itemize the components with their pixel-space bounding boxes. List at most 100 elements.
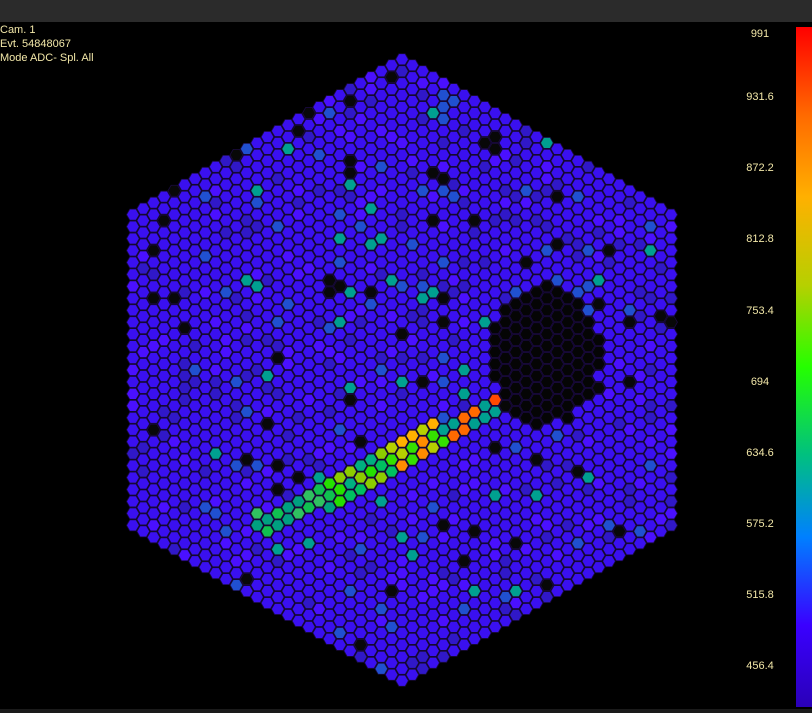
camera-pixel[interactable] [550,178,565,191]
camera-pixel[interactable] [229,172,244,185]
camera-pixel[interactable] [571,310,585,323]
camera-pixel[interactable] [395,292,409,305]
camera-pixel[interactable] [270,196,285,209]
camera-pixel[interactable] [343,83,358,96]
camera-pixel[interactable] [177,214,192,227]
camera-pixel[interactable] [239,178,254,191]
camera-pixel[interactable] [343,226,358,239]
camera-pixel[interactable] [343,609,358,621]
camera-pixel[interactable] [198,453,213,466]
camera-pixel[interactable] [426,393,440,406]
camera-pixel[interactable] [643,196,658,209]
camera-pixel[interactable] [374,77,389,90]
camera-pixel[interactable] [477,471,492,484]
camera-pixel[interactable] [488,609,502,621]
camera-pixel[interactable] [136,358,151,370]
camera-pixel[interactable] [188,495,202,508]
camera-pixel[interactable] [374,507,389,520]
camera-pixel[interactable] [395,172,409,185]
camera-pixel[interactable] [602,388,616,400]
camera-pixel[interactable] [208,411,223,424]
camera-pixel[interactable] [126,244,140,257]
camera-pixel[interactable] [581,495,596,508]
camera-pixel[interactable] [270,340,285,352]
camera-pixel[interactable] [219,166,233,179]
camera-pixel[interactable] [333,364,347,376]
camera-pixel[interactable] [519,184,534,197]
camera-pixel[interactable] [415,591,430,603]
camera-pixel[interactable] [560,196,575,209]
camera-pixel[interactable] [405,656,420,669]
camera-pixel[interactable] [333,423,347,436]
camera-pixel[interactable] [353,364,368,376]
camera-pixel[interactable] [374,172,389,185]
camera-pixel[interactable] [302,119,316,131]
camera-pixel[interactable] [353,543,368,556]
camera-pixel[interactable] [488,250,502,263]
camera-pixel[interactable] [436,388,451,400]
camera-pixel[interactable] [529,489,544,502]
camera-pixel[interactable] [333,638,347,651]
camera-pixel[interactable] [312,268,327,281]
camera-pixel[interactable] [467,119,482,131]
camera-pixel[interactable] [260,154,275,167]
camera-pixel[interactable] [602,411,616,424]
camera-pixel[interactable] [591,178,606,191]
camera-pixel[interactable] [571,561,585,574]
camera-pixel[interactable] [188,268,202,281]
camera-pixel[interactable] [581,555,596,568]
camera-pixel[interactable] [177,549,192,562]
camera-pixel[interactable] [260,465,275,478]
camera-pixel[interactable] [602,244,616,257]
camera-pixel[interactable] [250,340,264,352]
camera-pixel[interactable] [395,196,409,209]
camera-pixel[interactable] [208,459,223,472]
camera-pixel[interactable] [591,549,606,562]
camera-pixel[interactable] [364,250,378,263]
camera-pixel[interactable] [653,405,668,418]
camera-pixel[interactable] [467,477,482,490]
camera-pixel[interactable] [291,447,306,460]
camera-pixel[interactable] [177,501,192,514]
camera-pixel[interactable] [488,465,502,478]
camera-pixel[interactable] [519,232,534,245]
camera-pixel[interactable] [519,507,534,520]
camera-pixel[interactable] [612,178,627,191]
camera-pixel[interactable] [664,519,678,532]
camera-pixel[interactable] [384,370,399,382]
camera-pixel[interactable] [612,465,627,478]
camera-pixel[interactable] [333,304,347,317]
camera-pixel[interactable] [612,477,627,490]
camera-pixel[interactable] [622,364,637,376]
camera-pixel[interactable] [322,477,337,490]
camera-pixel[interactable] [436,256,451,269]
camera-pixel[interactable] [157,226,171,239]
camera-pixel[interactable] [291,280,306,293]
camera-pixel[interactable] [302,202,316,215]
camera-pixel[interactable] [540,376,554,388]
camera-pixel[interactable] [384,633,399,645]
camera-pixel[interactable] [467,561,482,574]
camera-pixel[interactable] [333,137,347,149]
camera-pixel[interactable] [322,453,337,466]
camera-pixel[interactable] [333,292,347,305]
camera-pixel[interactable] [229,184,244,197]
camera-pixel[interactable] [167,328,182,341]
camera-pixel[interactable] [260,537,275,550]
camera-pixel[interactable] [343,107,358,119]
camera-pixel[interactable] [560,411,575,424]
camera-pixel[interactable] [477,531,492,544]
camera-pixel[interactable] [571,298,585,311]
camera-pixel[interactable] [591,382,606,394]
camera-pixel[interactable] [591,310,606,323]
camera-pixel[interactable] [157,286,171,299]
camera-pixel[interactable] [415,328,430,341]
camera-pixel[interactable] [260,549,275,562]
camera-pixel[interactable] [208,316,223,329]
camera-pixel[interactable] [343,597,358,609]
camera-pixel[interactable] [540,352,554,364]
camera-pixel[interactable] [167,340,182,352]
camera-pixel[interactable] [457,459,471,472]
camera-pixel[interactable] [188,435,202,448]
camera-pixel[interactable] [333,280,347,293]
